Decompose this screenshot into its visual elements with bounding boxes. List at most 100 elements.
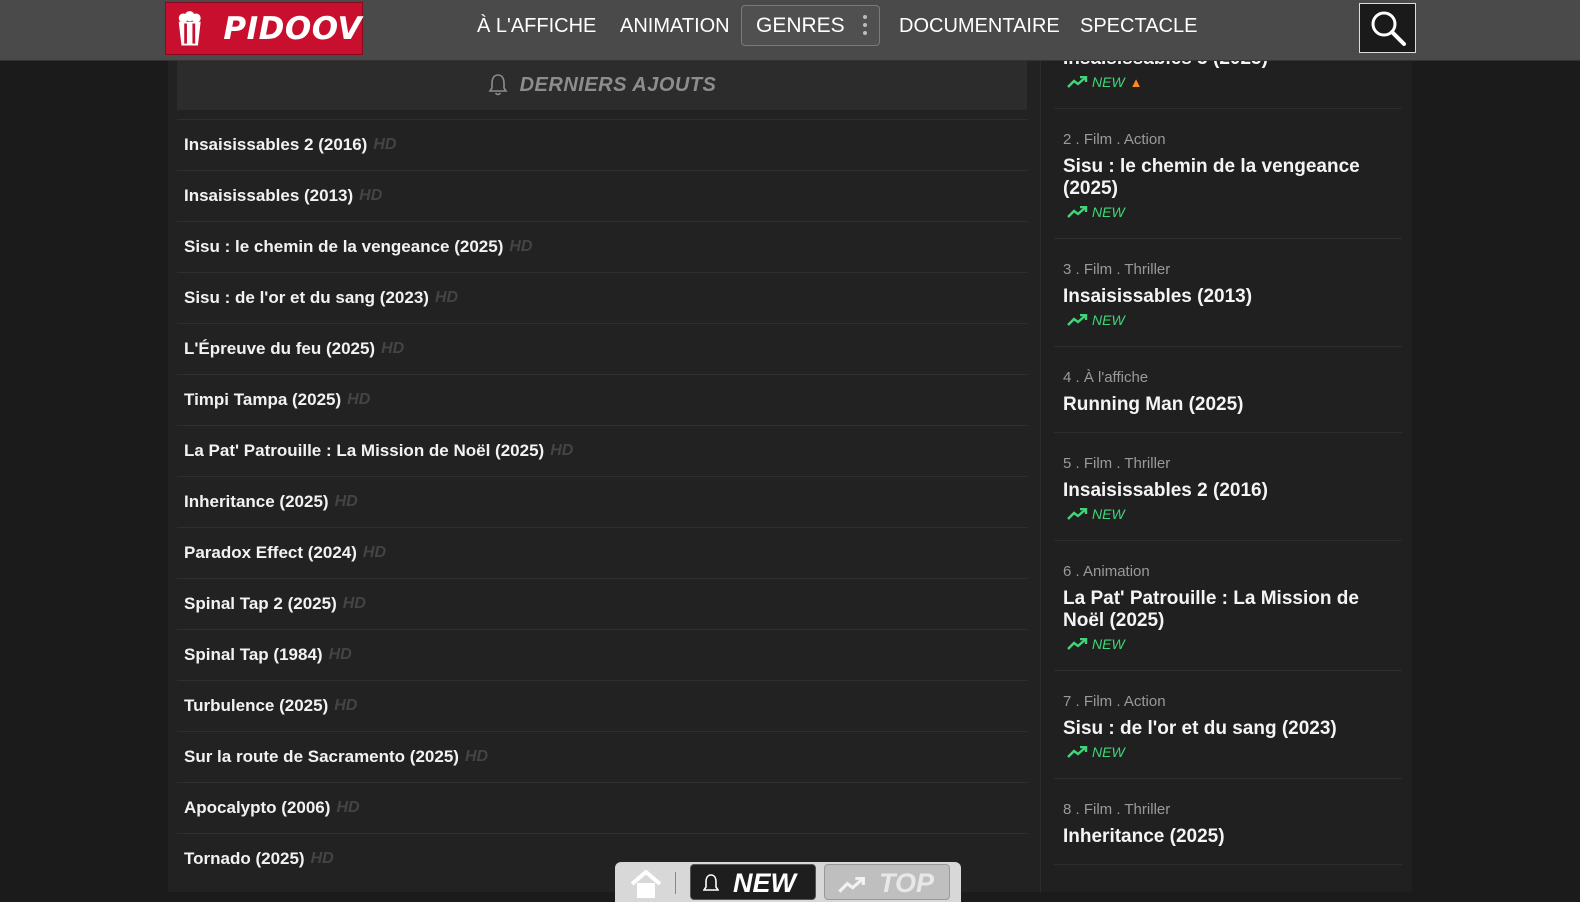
list-item[interactable]: Insaisissables 2 (2016) HD [177,119,1027,170]
hd-badge: HD [336,799,360,816]
popcorn-icon [178,10,201,45]
sidebar-item[interactable]: 2 . Film . Action Sisu : le chemin de la… [1054,130,1402,239]
item-title: Paradox Effect (2024) [184,543,357,562]
list-item[interactable]: Spinal Tap 2 (2025) HD [177,578,1027,629]
hd-badge: HD [373,136,397,153]
list-item[interactable]: Insaisissables (2013) HD [177,170,1027,221]
search-button[interactable] [1359,3,1416,53]
trending-up-icon [1067,76,1088,88]
item-title: Tornado (2025) [184,849,305,868]
item-title: Sisu : de l'or et du sang (2023) [184,288,429,307]
nav-affiche[interactable]: À L'AFFICHE [477,0,596,52]
section-header: DERNIERS AJOUTS [177,60,1027,110]
new-label: NEW [1092,74,1125,90]
item-title: Spinal Tap (1984) [184,645,323,664]
bottom-toolbar: NEW TOP [615,862,961,902]
trending-up-icon [1067,314,1088,326]
home-icon[interactable] [629,868,663,898]
sidebar-item[interactable]: 3 . Film . Thriller Insaisissables (2013… [1054,260,1402,347]
toolbar-divider [675,872,676,894]
sidebar-item-title: Insaisissables (2013) [1063,286,1253,307]
list-item[interactable]: Spinal Tap (1984) HD [177,629,1027,680]
sidebar-item-meta: 6 . Animation [1063,563,1150,580]
sidebar-item-title: Insaisissables 2 (2016) [1063,480,1268,501]
list-item[interactable]: Inheritance (2025) HD [177,476,1027,527]
sidebar-item[interactable]: 5 . Film . Thriller Insaisissables 2 (20… [1054,454,1402,541]
sidebar-item-title: Inheritance (2025) [1063,826,1225,847]
section-title: DERNIERS AJOUTS [519,73,717,96]
new-badge: NEW [1067,311,1402,329]
sidebar-item-meta: 2 . Film . Action [1063,131,1166,148]
new-badge: NEW [1067,505,1402,523]
new-label: NEW [1092,506,1125,522]
more-vertical-icon [863,15,867,39]
list-item[interactable]: Paradox Effect (2024) HD [177,527,1027,578]
nav-animation[interactable]: ANIMATION [620,0,730,52]
item-title: Spinal Tap 2 (2025) [184,594,337,613]
hd-badge: HD [464,748,489,765]
nav-documentaire[interactable]: DOCUMENTAIRE [899,0,1060,52]
sidebar-item-meta: 3 . Film . Thriller [1063,261,1171,278]
item-title: Timpi Tampa (2025) [184,390,342,409]
sidebar-item-title: La Pat' Patrouille : La Mission de Noël … [1063,588,1359,631]
item-title: Sur la route de Sacramento (2025) [184,747,459,766]
item-title: Insaisissables (2013) [184,186,354,205]
sidebar-item[interactable]: 4 . À l'affiche Running Man (2025) [1054,368,1402,433]
sidebar-item-title: Sisu : de l'or et du sang (2023) [1063,718,1337,739]
new-badge: NEW [1067,743,1402,761]
hd-badge: HD [359,187,383,204]
trending-up-icon [1067,508,1088,520]
new-button-label: NEW [733,868,796,898]
item-title: L'Épreuve du feu (2025) [184,339,376,358]
list-item[interactable]: Sur la route de Sacramento (2025) HD [177,731,1027,782]
hd-badge: HD [434,289,459,306]
top-button-label: TOP [879,868,935,898]
sidebar-item[interactable]: 8 . Film . Thriller Inheritance (2025) [1054,800,1402,865]
trending-up-icon [1067,746,1088,758]
list-item[interactable]: L'Épreuve du feu (2025) HD [177,323,1027,374]
item-title: Apocalypto (2006) [184,798,331,817]
list-item[interactable]: Sisu : de l'or et du sang (2023) HD [177,272,1027,323]
item-title: Turbulence (2025) [184,696,329,715]
logo-text: PIDOOV [223,10,362,47]
list-item[interactable]: Timpi Tampa (2025) HD [177,374,1027,425]
nav-spectacle[interactable]: SPECTACLE [1080,0,1197,52]
trending-up-icon [1067,206,1088,218]
item-title: Insaisissables 2 (2016) [184,135,368,154]
nav-genres-dropdown[interactable]: GENRES [741,5,880,46]
latest-additions-panel: DERNIERS AJOUTS Insaisissables 2 (2016) H… [168,60,1040,892]
sidebar-item-meta: 4 . À l'affiche [1063,369,1149,386]
item-title: Inheritance (2025) [184,492,329,511]
hd-badge: HD [334,697,358,714]
top-button[interactable]: TOP [824,864,950,900]
hd-badge: HD [381,340,405,357]
hd-badge: HD [509,238,533,255]
item-title: Sisu : le chemin de la vengeance (2025) [184,237,504,256]
list-item[interactable]: La Pat' Patrouille : La Mission de Noël … [177,425,1027,476]
list-item[interactable]: Turbulence (2025) HD [177,680,1027,731]
new-label: NEW [1092,204,1125,220]
trending-up-icon [1067,638,1088,650]
top-navbar: PIDOOV À L'AFFICHE ANIMATION GENRES DOCU… [0,0,1580,61]
search-icon [1371,11,1406,46]
hd-badge: HD [347,391,371,408]
new-label: NEW [1092,312,1125,328]
new-label: NEW [1092,636,1125,652]
new-button[interactable]: NEW [690,864,816,900]
sidebar-item-meta: 5 . Film . Thriller [1063,455,1171,472]
trending-up-icon [838,877,865,893]
new-badge: NEW [1067,203,1402,221]
hd-badge: HD [362,544,387,561]
list-item[interactable]: Apocalypto (2006) HD [177,782,1027,833]
new-badge: NEW [1067,635,1402,653]
sidebar-item[interactable]: 6 . Animation La Pat' Patrouille : La Mi… [1054,562,1402,671]
site-logo[interactable]: PIDOOV [165,2,363,55]
hd-badge: HD [342,595,366,612]
list-item[interactable]: Sisu : le chemin de la vengeance (2025) H… [177,221,1027,272]
sidebar-item[interactable]: 7 . Film . Action Sisu : de l'or et du s… [1054,692,1402,779]
hd-badge: HD [334,493,358,510]
sidebar-item-meta: 8 . Film . Thriller [1063,801,1171,818]
bell-icon [488,74,508,96]
new-badge: NEW ▲ [1067,73,1402,91]
new-label: NEW [1092,744,1125,760]
